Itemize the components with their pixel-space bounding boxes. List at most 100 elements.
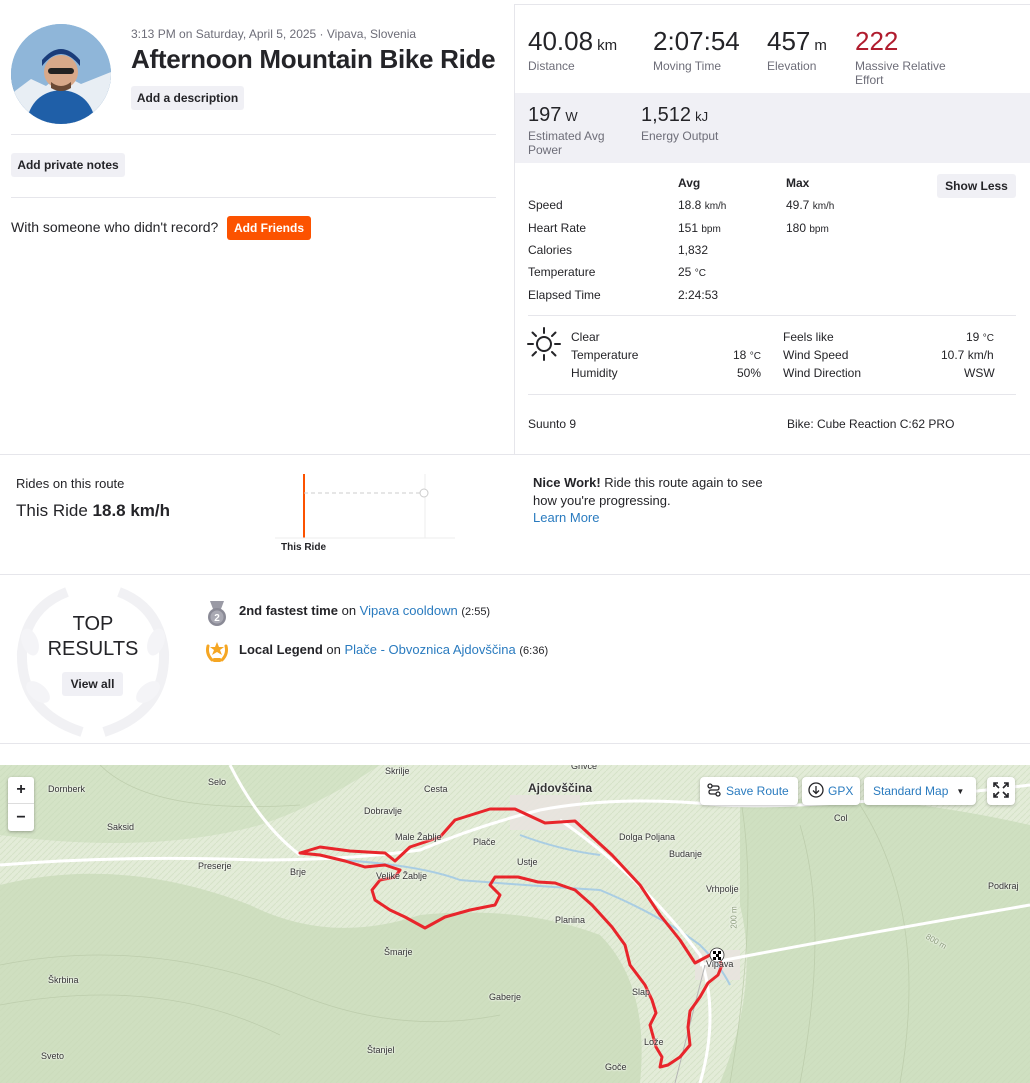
max-header: Max [786,176,810,190]
map-place-label: Male Žablje [395,832,442,842]
top-result-item: 2nd fastest time on Vipava cooldown (2:5… [239,603,491,618]
this-ride-stat: This Ride 18.8 km/h [16,501,171,520]
activity-datetime: 3:13 PM on Saturday, April 5, 2025 · Vip… [131,27,417,41]
silver-medal-icon: 2 [205,600,229,633]
detail-label: Speed [528,198,563,212]
detail-label: Heart Rate [528,221,587,235]
device-name: Suunto 9 [528,417,577,431]
avg-header: Avg [678,176,701,190]
detail-label: Temperature [528,265,596,279]
map-place-label: Brje [290,867,307,877]
expand-icon [993,781,1009,801]
bike-name: Bike: Cube Reaction C:62 PRO [787,417,955,431]
weather-wind-speed-label: Wind Speed [783,348,849,362]
detail-avg-value: 18.8 km/h [678,198,727,212]
map-place-label: Budanje [669,849,703,859]
top-results-laurel-icon [12,582,174,742]
map-place-label: Preserje [198,861,232,871]
map-place-label: Saksid [107,822,135,832]
detail-label: Elapsed Time [528,288,601,302]
map-place-label: Vrhpolje [706,884,739,894]
map-place-label: Dornberk [48,784,86,794]
learn-more-link[interactable]: Learn More [533,510,599,525]
weather-wind-speed-value: 10.7 km/h [941,348,994,362]
stats-top-border [514,4,1030,5]
weather-humidity-value: 50% [737,366,762,380]
map-place-label: Štanjel [367,1045,395,1055]
local-legend-laurel-icon [204,638,230,669]
save-route-button[interactable]: Save Route [700,777,798,805]
divider [11,197,496,198]
view-all-button[interactable]: View all [62,672,123,696]
map-place-label: Cesta [424,784,448,794]
stat-distance: 40.08 km Distance [528,26,618,73]
detail-max-value: 49.7 km/h [786,198,835,212]
gpx-button[interactable]: GPX [802,777,860,805]
stats-panel-left-border [514,5,515,455]
map-place-label: Dolga Poljana [619,832,676,842]
map-place-label: Plače [473,837,496,847]
segment-link[interactable]: Plače - Obvoznica Ajdovščina [344,642,515,657]
weather-temperature-label: Temperature [571,348,639,362]
map-place-label: Planina [555,915,586,925]
add-friends-button[interactable]: Add Friends [227,216,311,240]
map-place-label: Lože [644,1037,664,1047]
route-map[interactable]: Skrilje Grivče Selo Cesta Ajdovščina Dornberk… [0,765,1030,1083]
stat-moving-time: 2:07:54 Moving Time [653,26,740,73]
route-comparison-chart [275,470,455,540]
activity-title: Afternoon Mountain Bike Ride [131,44,496,74]
section-divider [0,454,1030,455]
zoom-in-button[interactable]: + [8,777,34,804]
add-private-notes-button[interactable]: Add private notes [11,153,125,177]
map-place-label: Ajdovščina [528,781,593,795]
map-place-label: Skrilje [385,766,410,776]
weather-feels-like-value: 19 °C [966,330,994,344]
weather-wind-direction-label: Wind Direction [783,366,862,380]
map-place-label: Dobravlje [364,806,403,816]
weather-humidity-label: Humidity [571,366,618,380]
top-result-item: Local Legend on Plače - Obvoznica Ajdovš… [239,642,549,657]
download-icon [808,781,824,801]
show-less-button[interactable]: Show Less [937,174,1016,198]
detail-max-value: 180 bpm [786,221,829,235]
detail-label: Calories [528,243,573,257]
stat-relative-effort[interactable]: 222 Massive Relative Effort [855,26,951,87]
map-place-label: Grivče [571,765,598,771]
fullscreen-button[interactable] [987,777,1015,805]
athlete-avatar[interactable] [11,24,111,124]
map-place-label: Sveto [41,1051,65,1061]
map-place-label: Podkraj [988,881,1019,891]
weather-temperature-value: 18 °C [733,348,761,362]
map-place-label: Škrbina [48,975,79,985]
map-type-select[interactable]: Standard Map ▼ [864,777,976,805]
weather-wind-direction-value: WSW [964,366,995,380]
zoom-out-button[interactable]: − [8,804,34,831]
route-title: Rides on this route [16,476,125,491]
detail-avg-value: 1,832 [678,243,709,257]
map-place-label: Velike Žablje [376,871,428,881]
divider [528,315,1016,316]
section-divider [0,743,1030,744]
map-place-label: Šmarje [384,947,413,957]
with-someone-text: With someone who didn't record? [11,219,219,235]
chart-this-ride-label: This Ride [281,542,327,553]
map-place-label: Vipava [706,959,734,969]
stat-energy: 1,512 kJ Energy Output [641,104,719,143]
nice-work-text: Nice Work! Ride this route again to see … [533,475,763,508]
map-place-label: Col [834,813,848,823]
stat-elevation: 457 m Elevation [767,26,827,73]
caret-down-icon: ▼ [956,786,965,796]
route-icon [707,782,721,800]
detail-avg-value: 25 °C [678,265,706,279]
section-divider [0,574,1030,575]
top-results-title: TOP RESULTS [47,613,139,660]
map-place-label: Slap [632,987,651,997]
svg-text:2: 2 [214,613,220,624]
detail-avg-value: 151 bpm [678,221,721,235]
contour-label: 200 m [729,906,739,929]
stat-power: 197 W Estimated Avg Power [528,104,605,157]
divider [528,394,1016,395]
map-place-label: Ustje [517,857,538,867]
segment-link[interactable]: Vipava cooldown [360,603,458,618]
add-description-button[interactable]: Add a description [131,86,244,110]
